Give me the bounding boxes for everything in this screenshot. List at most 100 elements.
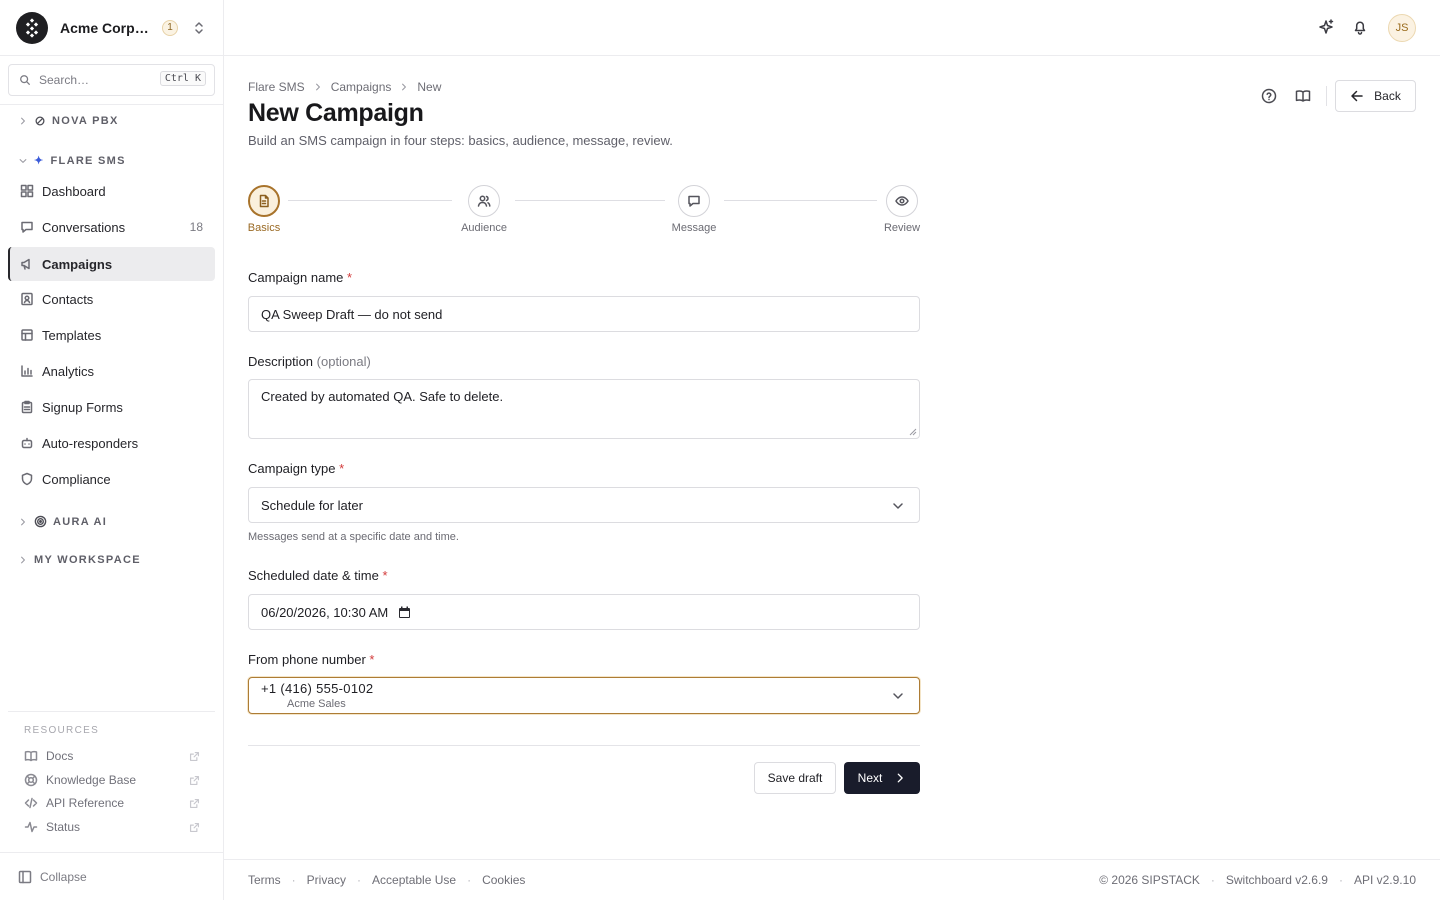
chevron-down-icon bbox=[893, 503, 903, 509]
campaign-name-input[interactable]: QA Sweep Draft — do not send bbox=[248, 296, 920, 332]
external-link-icon bbox=[189, 775, 200, 785]
description-value: Created by automated QA. Safe to delete. bbox=[261, 389, 504, 404]
sidebar-item-signup-forms[interactable]: Signup Forms bbox=[8, 390, 215, 424]
resource-api-reference[interactable]: API Reference bbox=[24, 796, 200, 810]
campaign-type-hint: Messages send at a specific date and tim… bbox=[248, 531, 459, 543]
org-switcher[interactable]: Acme Corporation 1 bbox=[0, 0, 223, 56]
collapse-sidebar-button[interactable]: Collapse bbox=[0, 852, 223, 900]
resize-handle-icon[interactable] bbox=[909, 428, 917, 436]
resource-knowledge-base[interactable]: Knowledge Base bbox=[24, 773, 200, 787]
resource-docs[interactable]: Docs bbox=[24, 749, 200, 763]
footer-separator: · bbox=[467, 873, 472, 887]
resource-label: API Reference bbox=[46, 796, 125, 810]
calendar-icon[interactable] bbox=[398, 606, 411, 619]
campaign-name-label: Campaign name * bbox=[248, 270, 353, 285]
footer-separator: · bbox=[291, 873, 296, 887]
description-label: Description (optional) bbox=[248, 354, 371, 369]
sidebar: Acme Corporation 1 Search… Ctrl K NOVA P… bbox=[0, 0, 224, 900]
sidebar-item-contacts[interactable]: Contacts bbox=[8, 282, 215, 316]
sparkle-icon: ✦ bbox=[34, 155, 45, 167]
footer-link-terms[interactable]: Terms bbox=[248, 873, 281, 887]
template-icon bbox=[21, 329, 33, 341]
sidebar-divider bbox=[0, 104, 223, 105]
org-name: Acme Corporation bbox=[60, 19, 156, 36]
back-button[interactable]: Back bbox=[1335, 80, 1416, 112]
search-shortcut: Ctrl K bbox=[159, 71, 206, 86]
step-audience[interactable]: Audience bbox=[458, 185, 510, 234]
bell-icon[interactable] bbox=[1351, 18, 1369, 36]
chevron-right-icon bbox=[21, 556, 25, 564]
next-button[interactable]: Next bbox=[844, 762, 920, 794]
shield-icon bbox=[21, 472, 33, 486]
sidebar-item-templates[interactable]: Templates bbox=[8, 318, 215, 352]
sidebar-item-label: Campaigns bbox=[42, 256, 113, 272]
footer-link-privacy[interactable]: Privacy bbox=[307, 873, 346, 887]
resource-status[interactable]: Status bbox=[24, 820, 200, 834]
description-textarea[interactable]: Created by automated QA. Safe to delete. bbox=[248, 379, 920, 439]
resource-label: Knowledge Base bbox=[46, 773, 137, 787]
open-book-icon[interactable] bbox=[1295, 88, 1311, 104]
step-label: Review bbox=[883, 222, 921, 234]
group-aura-ai[interactable]: AURA AI bbox=[18, 515, 107, 528]
search-input[interactable]: Search… Ctrl K bbox=[8, 64, 215, 96]
file-text-icon bbox=[248, 185, 280, 217]
group-label: NOVA PBX bbox=[52, 115, 119, 127]
sidebar-item-campaigns[interactable]: Campaigns bbox=[8, 247, 215, 281]
sidebar-item-auto-responders[interactable]: Auto-responders bbox=[8, 426, 215, 460]
message-square-icon bbox=[678, 185, 710, 217]
footer-separator: · bbox=[1338, 873, 1343, 887]
grid-icon bbox=[20, 184, 34, 198]
step-message[interactable]: Message bbox=[670, 185, 718, 234]
chat-icon bbox=[21, 221, 33, 233]
chevron-down-icon bbox=[19, 158, 27, 163]
external-link-icon bbox=[189, 798, 200, 808]
footer-link-cookies[interactable]: Cookies bbox=[482, 873, 525, 887]
phone-icon bbox=[35, 116, 45, 126]
ai-sparkles-icon[interactable] bbox=[1317, 18, 1335, 36]
clipboard-icon bbox=[21, 400, 33, 414]
bot-icon bbox=[21, 437, 33, 449]
target-icon bbox=[34, 515, 47, 528]
footer: Terms · Privacy · Acceptable Use · Cooki… bbox=[224, 859, 1440, 900]
footer-links: Terms · Privacy · Acceptable Use · Cooki… bbox=[248, 873, 525, 887]
sidebar-item-analytics[interactable]: Analytics bbox=[8, 354, 215, 388]
from-phone-select[interactable]: +1 (416) 555-0102 Acme Sales bbox=[248, 677, 920, 714]
sidebar-item-dashboard[interactable]: Dashboard bbox=[8, 174, 215, 208]
footer-meta: © 2026 SIPSTACK · Switchboard v2.6.9 · A… bbox=[1099, 873, 1416, 887]
app-version: Switchboard v2.6.9 bbox=[1225, 873, 1328, 887]
sidebar-item-conversations[interactable]: Conversations 18 bbox=[8, 210, 215, 244]
save-draft-button[interactable]: Save draft bbox=[754, 762, 836, 794]
sidebar-item-label: Analytics bbox=[42, 363, 95, 379]
breadcrumb-flare-sms[interactable]: Flare SMS bbox=[248, 80, 305, 94]
group-my-workspace[interactable]: MY WORKSPACE bbox=[18, 554, 141, 566]
breadcrumb-campaigns[interactable]: Campaigns bbox=[331, 80, 392, 94]
from-phone-name: Acme Sales bbox=[287, 698, 346, 710]
copyright: © 2026 SIPSTACK bbox=[1099, 873, 1200, 887]
contact-icon bbox=[21, 292, 33, 306]
help-icon[interactable] bbox=[1261, 88, 1277, 104]
footer-link-acceptable-use[interactable]: Acceptable Use bbox=[372, 873, 456, 887]
step-basics[interactable]: Basics bbox=[248, 185, 280, 234]
resources-title: RESOURCES bbox=[24, 725, 100, 736]
scheduled-datetime-input[interactable]: 06/20/2026, 10:30 AM bbox=[248, 594, 920, 630]
chevrons-up-down-icon[interactable] bbox=[192, 21, 206, 35]
sidebar-item-label: Templates bbox=[42, 327, 102, 343]
campaign-type-select[interactable]: Schedule for later bbox=[248, 487, 920, 523]
megaphone-icon bbox=[21, 258, 30, 270]
footer-separator: · bbox=[357, 873, 362, 887]
footer-separator: · bbox=[1210, 873, 1215, 887]
chevron-down-icon bbox=[893, 693, 903, 699]
resources-divider bbox=[8, 711, 215, 712]
step-review[interactable]: Review bbox=[883, 185, 921, 234]
user-avatar[interactable]: JS bbox=[1388, 14, 1416, 42]
group-nova-pbx[interactable]: NOVA PBX bbox=[18, 115, 119, 127]
external-link-icon bbox=[189, 822, 200, 832]
group-label: MY WORKSPACE bbox=[34, 554, 141, 566]
code-icon bbox=[24, 797, 38, 809]
resource-label: Docs bbox=[46, 749, 74, 763]
from-phone-number: +1 (416) 555-0102 bbox=[261, 681, 374, 696]
group-flare-sms[interactable]: ✦ FLARE SMS bbox=[18, 154, 126, 167]
sidebar-item-compliance[interactable]: Compliance bbox=[8, 462, 215, 496]
breadcrumb: Flare SMS Campaigns New bbox=[248, 80, 441, 94]
page-subtitle: Build an SMS campaign in four steps: bas… bbox=[248, 133, 673, 148]
